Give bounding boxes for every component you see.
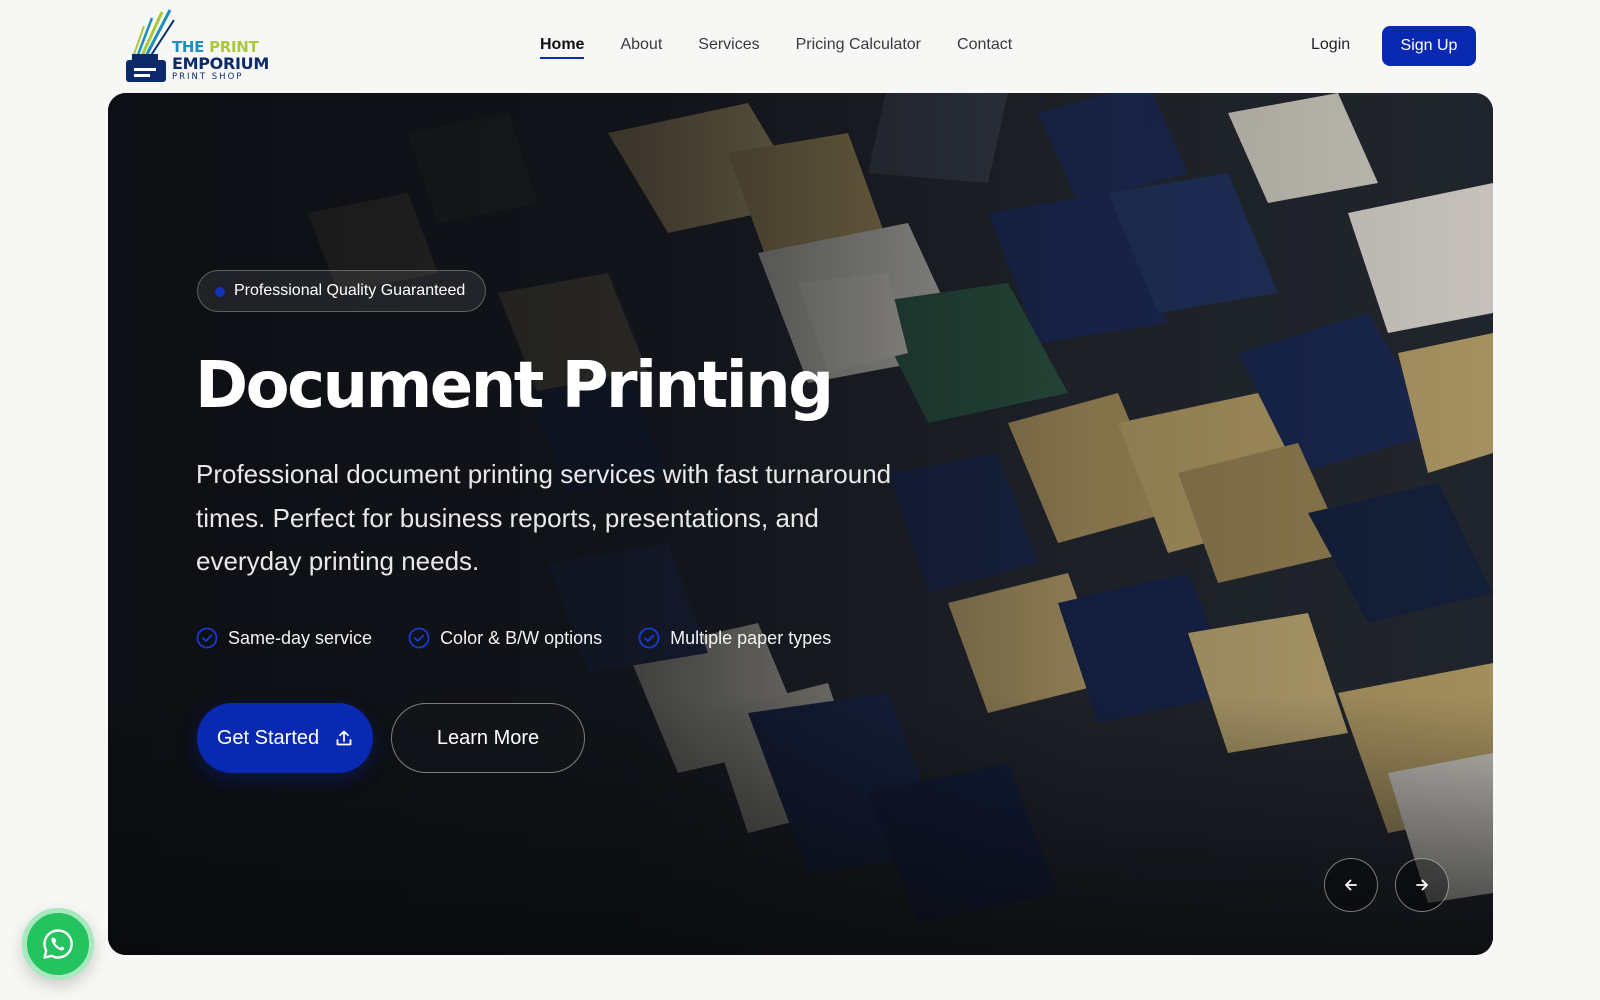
hero-banner: Professional Quality Guaranteed Document… <box>108 93 1493 955</box>
carousel-prev-button[interactable] <box>1324 858 1378 912</box>
whatsapp-icon <box>43 929 73 959</box>
login-link[interactable]: Login <box>1311 36 1350 54</box>
arrow-left-icon <box>1345 879 1357 891</box>
signup-button[interactable]: Sign Up <box>1382 26 1476 66</box>
carousel-next-button[interactable] <box>1395 858 1449 912</box>
brand-line3: PRINT SHOP <box>172 72 244 82</box>
feature-label: Multiple paper types <box>670 627 832 648</box>
get-started-button[interactable]: Get Started <box>197 703 373 773</box>
upload-icon <box>336 730 352 746</box>
check-circle-icon <box>638 627 660 649</box>
brand-logo[interactable]: THE PRINT EMPORIUM PRINT SHOP <box>122 8 282 86</box>
badge-dot-icon <box>215 287 225 297</box>
check-circle-icon <box>408 627 430 649</box>
feature-label: Same-day service <box>228 627 373 648</box>
feature-item: Color & B/W options <box>408 627 602 649</box>
hero-title: Document Printing <box>195 349 834 423</box>
site-header: THE PRINT EMPORIUM PRINT SHOP Home About… <box>0 0 1600 92</box>
brand-line2: EMPORIUM <box>172 54 269 73</box>
feature-item: Same-day service <box>196 627 372 649</box>
hero-description: Professional document printing services … <box>196 459 892 576</box>
quality-badge: Professional Quality Guaranteed <box>197 270 487 312</box>
nav-item-home[interactable]: Home <box>540 36 585 59</box>
check-circle-icon <box>196 627 218 649</box>
brand-wordmark: THE PRINT EMPORIUM PRINT SHOP <box>172 40 269 82</box>
arrow-right-icon <box>1416 879 1428 891</box>
whatsapp-chat-button[interactable] <box>22 908 94 980</box>
nav-item-services[interactable]: Services <box>698 36 759 59</box>
nav-item-pricing-calculator[interactable]: Pricing Calculator <box>796 36 921 59</box>
nav-item-contact[interactable]: Contact <box>957 36 1012 59</box>
feature-label: Color & B/W options <box>440 627 603 648</box>
badge-label: Professional Quality Guaranteed <box>234 282 466 299</box>
nav-item-about[interactable]: About <box>620 36 662 59</box>
learn-more-button[interactable]: Learn More <box>391 703 585 773</box>
get-started-label: Get Started <box>216 726 320 749</box>
main-nav: Home About Services Pricing Calculator C… <box>540 36 1012 59</box>
feature-list: Same-day service Color & B/W options Mul… <box>196 627 831 649</box>
feature-item: Multiple paper types <box>638 627 831 649</box>
